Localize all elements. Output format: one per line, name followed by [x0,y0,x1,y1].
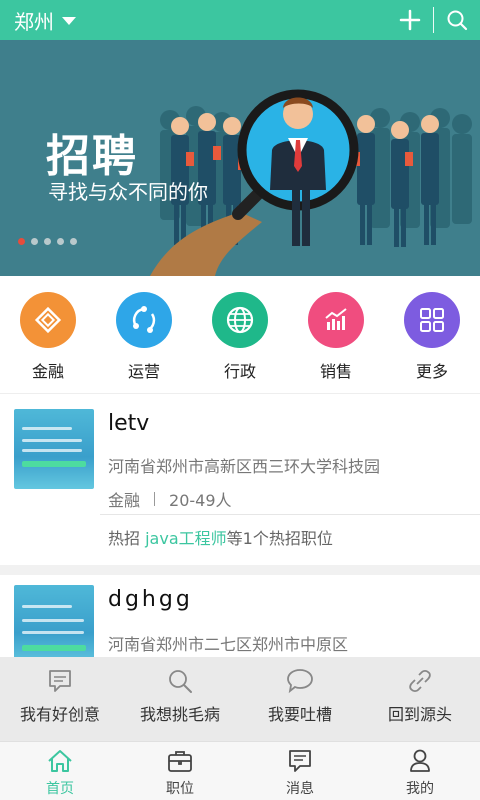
banner-dot[interactable] [57,238,64,245]
bottom-nav: 首页 职位 消息 我的 [0,741,480,800]
category-label: 金融 [31,362,64,381]
nav-messages[interactable]: 消息 [240,742,360,800]
nav-home[interactable]: 首页 [0,742,120,800]
note-icon [49,670,71,692]
header-divider [433,7,434,33]
category-grid: 金融 运营 行政 销售 更多 [0,276,480,394]
hot-suffix: 等1个热招职位 [226,529,333,548]
banner-title: 招聘 [46,131,138,182]
category-operations[interactable]: 运营 [106,292,182,382]
category-admin[interactable]: 行政 [202,292,278,382]
company-thumbnail [14,409,94,489]
nav-jobs[interactable]: 职位 [120,742,240,800]
company-thumbnail [14,585,94,657]
category-label: 销售 [319,362,352,381]
sales-chart-icon [308,292,364,348]
category-finance[interactable]: 金融 [10,292,86,382]
category-label: 行政 [223,362,256,381]
chat-bubble-icon [287,669,313,694]
category-more[interactable]: 更多 [394,292,470,382]
nav-home-label: 首页 [46,781,74,797]
hot-keyword[interactable]: java工程师 [145,529,227,548]
banner-dot[interactable] [70,238,77,245]
complain-label: 我要吐槽 [267,705,332,724]
source-label: 回到源头 [387,705,452,724]
card-divider [100,514,480,515]
globe-icon [212,292,268,348]
banner-dot[interactable] [44,238,51,245]
banner-dot[interactable] [18,238,25,245]
search-icon [169,670,192,693]
category-label: 运营 [127,362,160,381]
feedback-bar: 我有好创意 我想挑毛病 我要吐槽 回到源头 [0,657,480,741]
finance-icon [20,292,76,348]
user-icon [410,749,430,772]
bug-report-label: 我想挑毛病 [139,705,220,724]
company-address: 河南省郑州市二七区郑州市中原区 [108,635,349,654]
complain-button[interactable]: 我要吐槽 [240,657,360,741]
search-button[interactable] [446,9,468,31]
company-list: letv 河南省郑州市高新区西三环大学科技园 金融 20-49人 热招 java… [0,395,480,657]
company-card[interactable]: dghgg 河南省郑州市二七区郑州市中原区 [0,575,480,657]
source-button[interactable]: 回到源头 [360,657,480,741]
chevron-down-icon [62,17,76,25]
company-name: letv [108,411,150,436]
message-icon [289,750,311,772]
hot-prefix: 热招 [108,529,141,548]
link-icon [409,669,431,693]
company-address: 河南省郑州市高新区西三环大学科技园 [108,457,381,476]
nav-jobs-label: 职位 [166,781,194,797]
banner-subtitle: 寻找与众不同的你 [48,180,208,204]
nav-messages-label: 消息 [286,781,314,797]
top-bar: 郑州 [0,0,480,40]
city-label: 郑州 [14,9,54,34]
operations-icon [116,292,172,348]
bug-report-button[interactable]: 我想挑毛病 [120,657,240,741]
category-sales[interactable]: 销售 [298,292,374,382]
top-actions [399,0,468,40]
category-label: 更多 [415,362,448,381]
hot-jobs[interactable]: 热招 java工程师等1个热招职位 [108,525,333,549]
search-icon [447,10,468,31]
company-name: dghgg [108,587,193,612]
grid-icon [404,292,460,348]
idea-button[interactable]: 我有好创意 [0,657,120,741]
meta-divider [154,492,156,506]
company-meta: 金融 20-49人 [108,487,232,511]
add-button[interactable] [399,9,421,31]
company-industry: 金融 [108,491,141,510]
nav-profile-label: 我的 [406,781,434,797]
home-icon [48,750,72,772]
nav-profile[interactable]: 我的 [360,742,480,800]
city-selector[interactable]: 郑州 [0,6,76,35]
banner-pagination [18,238,77,245]
company-card[interactable]: letv 河南省郑州市高新区西三环大学科技园 金融 20-49人 热招 java… [0,395,480,565]
plus-icon [399,9,421,31]
briefcase-icon [168,751,192,772]
recruit-banner[interactable]: 招聘 寻找与众不同的你 [0,40,480,276]
banner-dot[interactable] [31,238,38,245]
company-size: 20-49人 [169,491,232,510]
idea-label: 我有好创意 [19,705,100,724]
